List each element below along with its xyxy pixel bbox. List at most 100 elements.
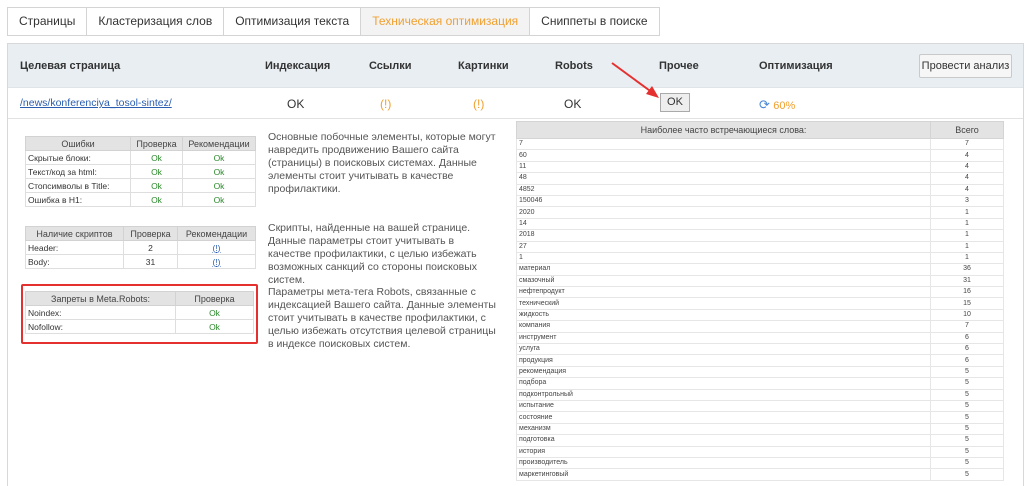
word-count-cell: 5 (930, 411, 1004, 424)
word-cell: технический (516, 297, 931, 310)
table-row: маркетинговый 5 (516, 468, 1004, 481)
word-cell: 60 (516, 149, 931, 162)
table-row: Скрытые блоки: Ok Ok (25, 150, 256, 165)
scripts-label: Body: (25, 254, 124, 269)
word-count-cell: 4 (930, 160, 1004, 174)
errors-check-header: Проверка (130, 136, 183, 151)
errors-label: Текст/код за html: (25, 164, 131, 179)
table-row: 4852 4 (516, 183, 1004, 196)
word-count-cell: 5 (930, 422, 1004, 436)
word-cell: 11 (516, 160, 931, 174)
word-cell: компания (516, 320, 931, 333)
scripts-recommendation-link[interactable]: (!) (177, 254, 256, 269)
table-row: инструмент 6 (516, 331, 1004, 345)
word-cell: подконтрольный (516, 388, 931, 402)
table-row: 60 4 (516, 149, 1004, 162)
word-cell: материал (516, 263, 931, 276)
table-row: 48 4 (516, 172, 1004, 185)
errors-recommendation: Ok (182, 150, 256, 165)
word-cell: рекомендация (516, 365, 931, 379)
word-count-cell: 5 (930, 388, 1004, 402)
table-row: услуга 6 (516, 343, 1004, 356)
table-row: 150046 3 (516, 194, 1004, 208)
meta-robots-description: Параметры мета-тега Robots, связанные с … (268, 286, 496, 350)
word-cell: нефтепродукт (516, 286, 931, 299)
table-row: производитель 5 (516, 456, 1004, 470)
red-highlight-box (21, 284, 258, 344)
table-row: 14 1 (516, 217, 1004, 231)
scripts-count: 2 (123, 240, 178, 255)
table-row: испытание 5 (516, 399, 1004, 413)
table-row: компания 7 (516, 320, 1004, 333)
table-row: рекомендация 5 (516, 365, 1004, 379)
word-count-cell: 6 (930, 343, 1004, 356)
scripts-label: Header: (25, 240, 124, 255)
errors-check: Ok (130, 150, 183, 165)
word-cell: 27 (516, 240, 931, 253)
word-count-cell: 1 (930, 251, 1004, 265)
table-row: Стопсимволы в Title: Ok Ok (25, 178, 256, 193)
table-row: подготовка 5 (516, 434, 1004, 447)
word-cell: жидкость (516, 308, 931, 322)
errors-table: Ошибки Проверка Рекомендации Скрытые бло… (25, 136, 256, 207)
table-row: история 5 (516, 445, 1004, 458)
table-row: 2018 1 (516, 229, 1004, 242)
word-cell: состояние (516, 411, 931, 424)
scripts-recommendation-link[interactable]: (!) (177, 240, 256, 255)
errors-recommendation: Ok (182, 192, 256, 207)
errors-label: Скрытые блоки: (25, 150, 131, 165)
word-cell: 2018 (516, 229, 931, 242)
table-row: 2020 1 (516, 206, 1004, 219)
word-cell: механизм (516, 422, 931, 436)
word-count-cell: 5 (930, 434, 1004, 447)
errors-header: Ошибки (25, 136, 131, 151)
table-row: Body: 31 (!) (25, 254, 256, 269)
word-count-cell: 10 (930, 308, 1004, 322)
table-row: технический 15 (516, 297, 1004, 310)
table-row: Текст/код за html: Ok Ok (25, 164, 256, 179)
scripts-check-header: Проверка (123, 226, 178, 241)
word-count-cell: 36 (930, 263, 1004, 276)
table-row: подконтрольный 5 (516, 388, 1004, 402)
word-count-cell: 5 (930, 399, 1004, 413)
word-cell: 48 (516, 172, 931, 185)
table-row: 77 (516, 137, 1004, 151)
word-cell: услуга (516, 343, 931, 356)
word-cell: 150046 (516, 194, 931, 208)
word-count-cell: 5 (930, 377, 1004, 390)
table-row: состояние 5 (516, 411, 1004, 424)
table-row: 27 1 (516, 240, 1004, 253)
table-row: материал 36 (516, 263, 1004, 276)
errors-recommendation: Ok (182, 164, 256, 179)
table-row: жидкость 10 (516, 308, 1004, 322)
word-count-cell: 4 (930, 172, 1004, 185)
word-cell: история (516, 445, 931, 458)
word-count-cell: 1 (930, 217, 1004, 231)
word-count-cell: 4 (930, 183, 1004, 196)
word-cell: производитель (516, 456, 931, 470)
word-count-cell: 3 (930, 194, 1004, 208)
word-count-cell: 31 (930, 274, 1004, 288)
word-cell: 4852 (516, 183, 931, 196)
word-count-cell: 1 (930, 229, 1004, 242)
errors-label: Стопсимволы в Title: (25, 178, 131, 193)
word-cell: подбора (516, 377, 931, 390)
word-count-cell: 6 (930, 354, 1004, 367)
scripts-description: Скрипты, найденные на вашей странице. Да… (268, 222, 478, 286)
errors-recommendations-header: Рекомендации (182, 136, 256, 151)
word-count-cell: 5 (930, 445, 1004, 458)
table-row: Header: 2 (!) (25, 240, 256, 255)
frequent-words-header: Наиболее часто встречающиеся слова: (516, 121, 931, 139)
table-row: 11 4 (516, 160, 1004, 174)
word-count-cell: 6 (930, 331, 1004, 345)
errors-check: Ok (130, 178, 183, 193)
word-cell: 14 (516, 217, 931, 231)
word-cell: 1 (516, 251, 931, 265)
word-cell: маркетинговый (516, 468, 931, 481)
word-count-cell: 5 (930, 456, 1004, 470)
errors-recommendation: Ok (182, 178, 256, 193)
word-count-cell: 5 (930, 468, 1004, 481)
errors-description: Основные побочные элементы, которые могу… (268, 131, 496, 195)
table-row: Ошибка в H1: Ok Ok (25, 192, 256, 207)
table-row: продукция 6 (516, 354, 1004, 367)
